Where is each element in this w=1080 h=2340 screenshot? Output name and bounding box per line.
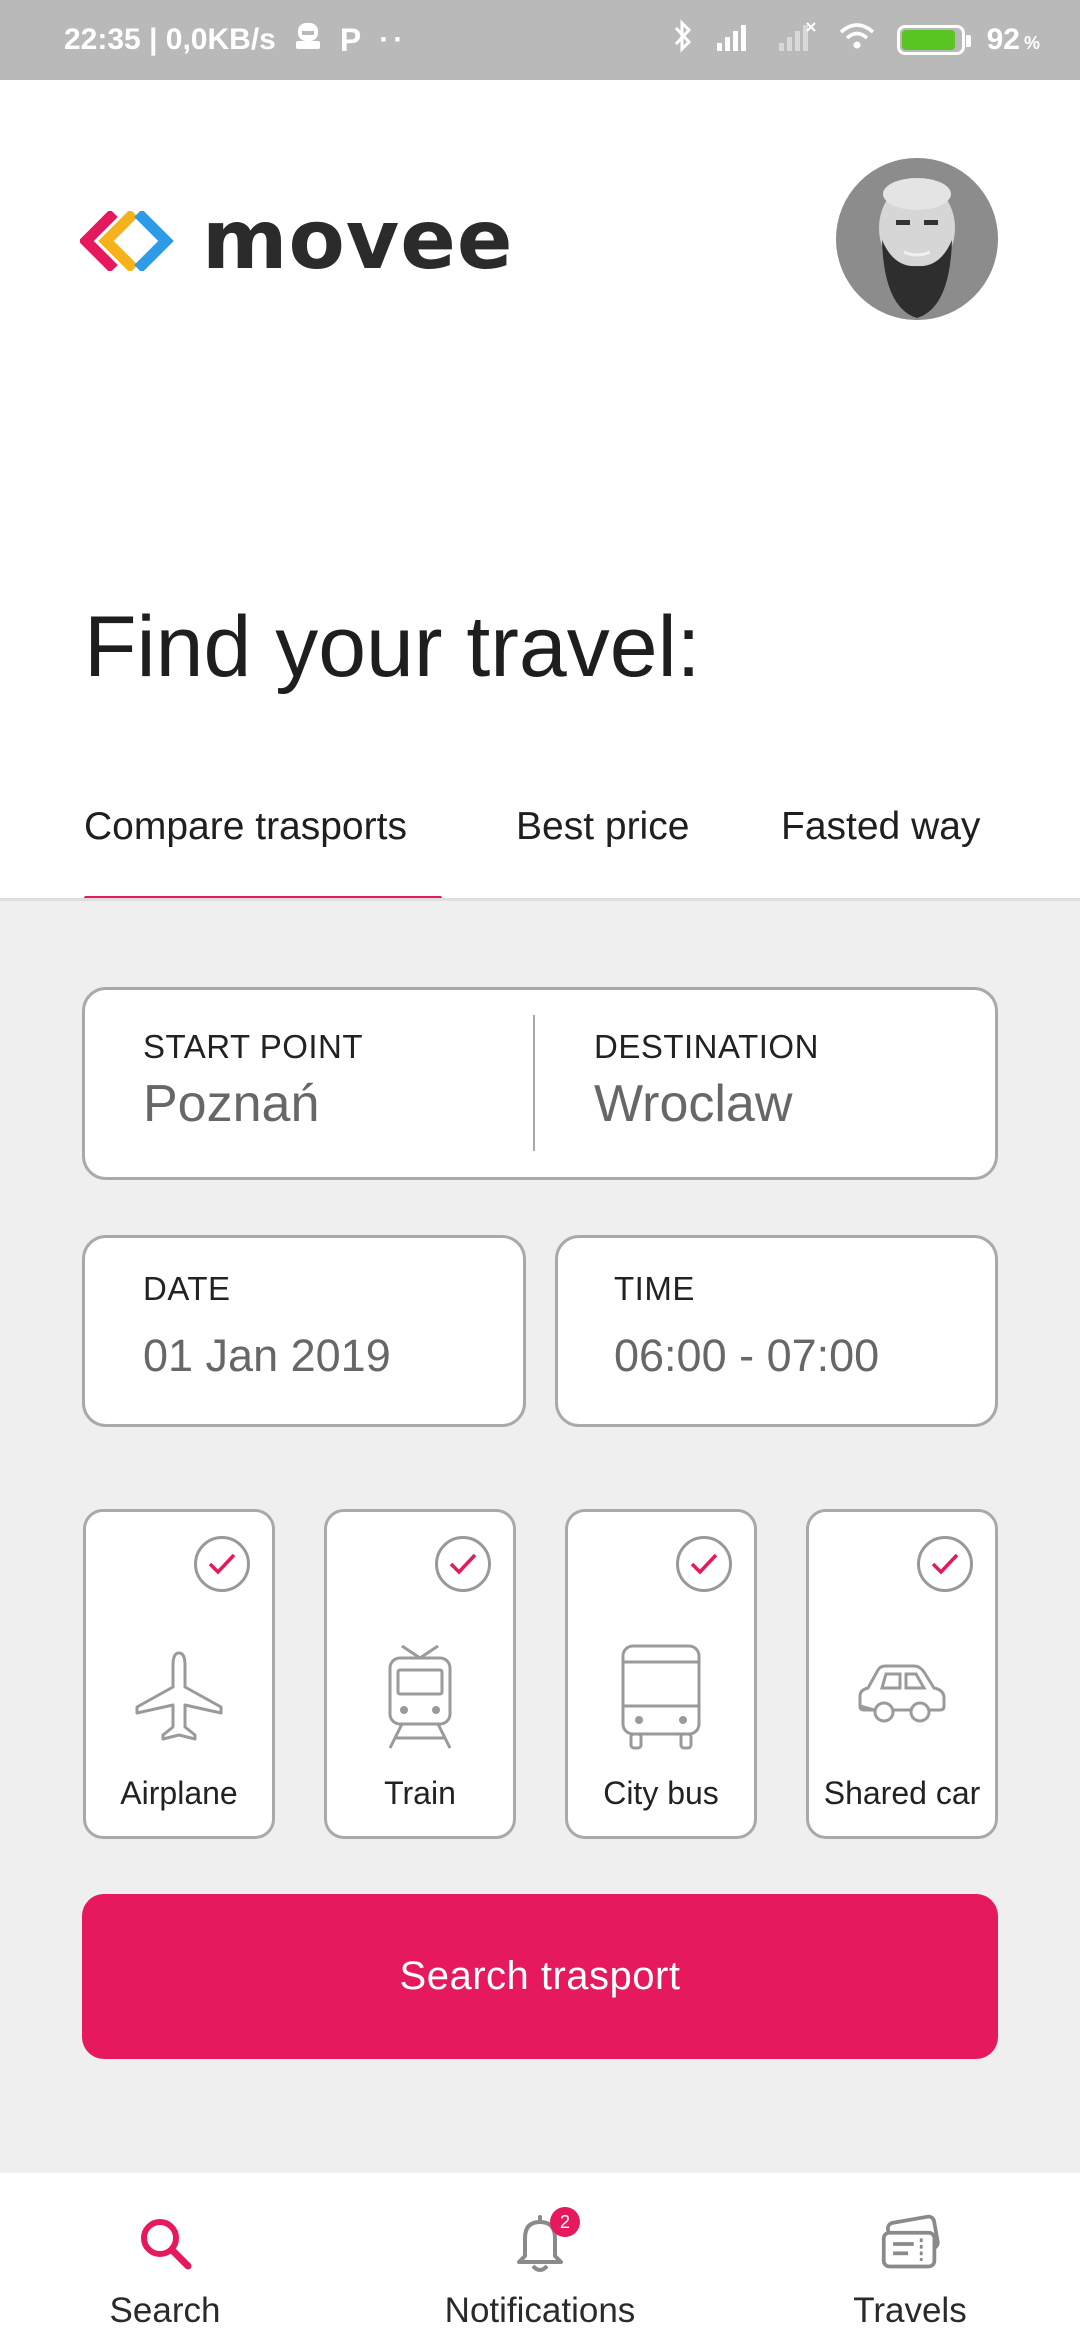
avatar[interactable] (836, 158, 998, 320)
checkmark-icon[interactable] (435, 1536, 491, 1592)
status-time-speed: 22:35 | 0,0KB/s (64, 23, 276, 56)
bus-icon (611, 1642, 711, 1752)
airplane-icon (129, 1642, 229, 1752)
destination-value: Wroclaw (594, 1075, 793, 1133)
start-point-value: Poznań (143, 1075, 320, 1133)
checkmark-icon[interactable] (194, 1536, 250, 1592)
bottom-nav: Search 2 Notifications Travels (0, 2173, 1080, 2340)
page-title: Find your travel: (84, 599, 701, 695)
incognito-icon (294, 21, 322, 59)
checkmark-icon[interactable] (917, 1536, 973, 1592)
search-transport-button[interactable]: Search trasport (82, 1894, 998, 2059)
tab-compare-transports[interactable]: Compare trasports (84, 805, 407, 849)
tickets-icon (880, 2213, 940, 2273)
mode-shared-car[interactable]: Shared car (806, 1509, 998, 1839)
battery-percent: 92% (986, 23, 1040, 56)
mode-label: Airplane (120, 1775, 238, 1811)
tab-best-price[interactable]: Best price (516, 805, 689, 849)
nav-label: Travels (853, 2291, 967, 2330)
train-icon (370, 1642, 470, 1752)
date-field[interactable]: DATE 01 Jan 2019 (82, 1235, 526, 1427)
wifi-icon (839, 22, 875, 58)
tab-bar: Compare trasports Best price Fasted way (0, 805, 1080, 905)
car-icon (852, 1642, 952, 1752)
nav-search[interactable]: Search (15, 2173, 315, 2340)
mode-label: City bus (603, 1775, 719, 1811)
logo-chevrons-icon (80, 211, 174, 271)
mode-airplane[interactable]: Airplane (83, 1509, 275, 1839)
mode-label: Shared car (823, 1775, 981, 1811)
status-bar: 22:35 | 0,0KB/s P ·· 92% (0, 0, 1080, 80)
parking-icon: P (339, 21, 362, 58)
route-divider (533, 1015, 535, 1151)
date-value: 01 Jan 2019 (143, 1330, 391, 1381)
bell-icon: 2 (510, 2207, 580, 2273)
time-value: 06:00 - 07:00 (614, 1330, 880, 1381)
signal-icon (715, 21, 755, 59)
nav-label: Notifications (444, 2291, 636, 2330)
destination-field[interactable]: DESTINATION Wroclaw (537, 990, 997, 1177)
tab-fastest-way[interactable]: Fasted way (781, 805, 980, 849)
signal-no-sim-icon (777, 21, 817, 59)
battery-level (901, 30, 955, 50)
checkmark-icon[interactable] (676, 1536, 732, 1592)
mode-label: Train (384, 1775, 456, 1811)
nav-notifications[interactable]: 2 Notifications (390, 2173, 690, 2340)
notification-badge: 2 (550, 2207, 580, 2237)
user-photo (836, 158, 998, 320)
route-card: START POINT Poznań DESTINATION Wroclaw (82, 987, 998, 1180)
start-point-label: START POINT (143, 1028, 364, 1065)
search-icon (135, 2213, 195, 2273)
time-field[interactable]: TIME 06:00 - 07:00 (555, 1235, 998, 1427)
logo: movee (80, 200, 513, 282)
battery-icon (896, 25, 971, 55)
mode-city-bus[interactable]: City bus (565, 1509, 757, 1839)
start-point-field[interactable]: START POINT Poznań (85, 990, 535, 1177)
date-label: DATE (143, 1270, 231, 1307)
nav-label: Search (109, 2291, 221, 2330)
mode-train[interactable]: Train (324, 1509, 516, 1839)
nav-travels[interactable]: Travels (760, 2173, 1060, 2340)
destination-label: DESTINATION (594, 1028, 819, 1065)
more-notifications-icon: ·· (379, 23, 408, 56)
bluetooth-icon (673, 19, 693, 61)
time-label: TIME (614, 1270, 695, 1307)
logo-text: movee (202, 193, 514, 288)
